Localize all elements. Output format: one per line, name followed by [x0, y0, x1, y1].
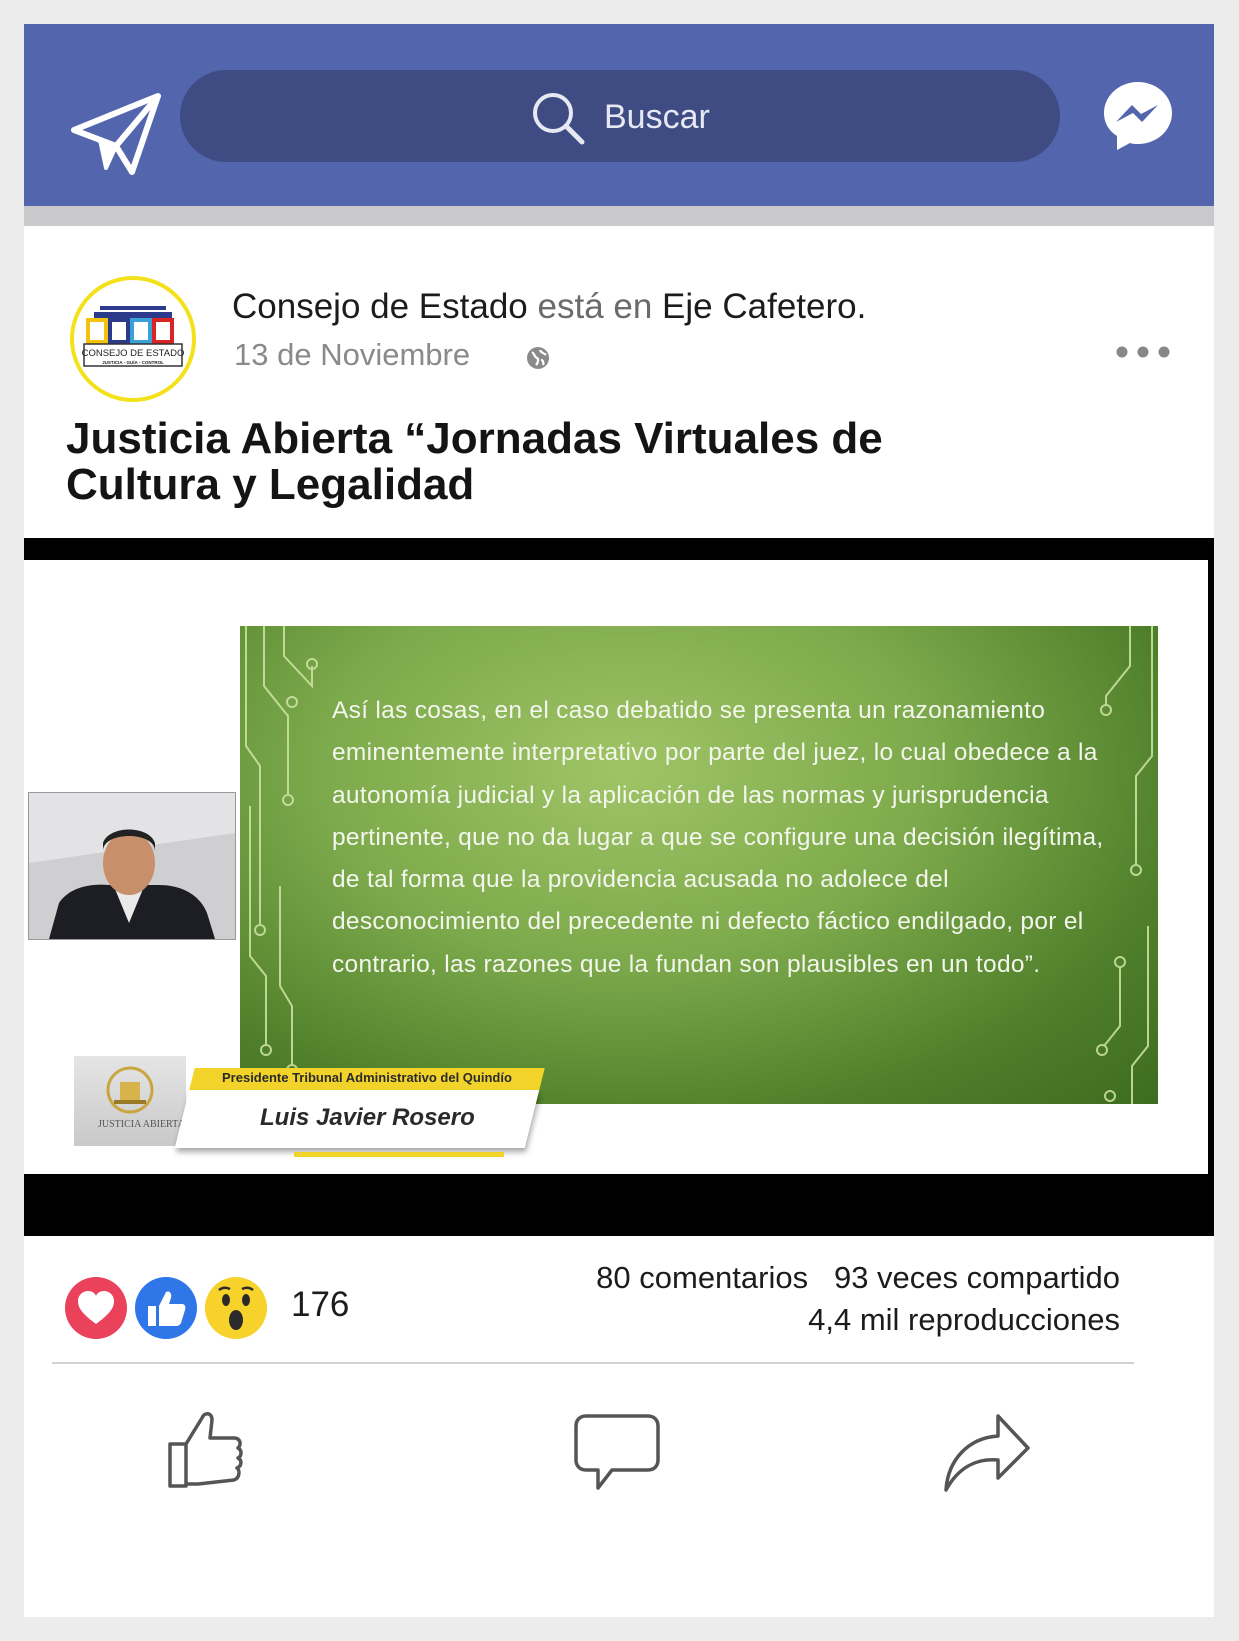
svg-text:CONSEJO DE ESTADO: CONSEJO DE ESTADO	[82, 348, 185, 359]
comment-action-icon[interactable]	[572, 1404, 662, 1494]
author-name[interactable]: Consejo de Estado	[232, 287, 528, 326]
speaker-video-feed	[29, 793, 235, 939]
love-icon	[65, 1277, 127, 1339]
video-player[interactable]: Así las cosas, en el caso debatido se pr…	[24, 538, 1214, 1236]
justicia-abierta-seal-icon	[106, 1066, 154, 1114]
reaction-count[interactable]: 176	[291, 1285, 349, 1325]
top-bar-shadow	[24, 206, 1214, 226]
top-bar: Buscar	[24, 24, 1214, 206]
more-options-icon[interactable]	[1116, 346, 1170, 358]
lower-third-nameplate: JUSTICIA ABIERTA Presidente Tribunal Adm…	[44, 1050, 584, 1160]
page-avatar[interactable]: CONSEJO DE ESTADO JUSTICIA - GUÍA - CONT…	[70, 276, 196, 402]
post-title: Justicia Abierta “Jornadas Virtuales de …	[66, 414, 883, 509]
location-name[interactable]: Eje Cafetero.	[662, 287, 866, 326]
search-placeholder: Buscar	[604, 98, 710, 136]
views-count: 4,4 mil reproducciones	[808, 1302, 1120, 1337]
globe-icon	[527, 347, 549, 369]
comments-shares: 80 comentarios 93 veces compartido	[596, 1260, 1120, 1296]
shares-count[interactable]: 93 veces compartido	[834, 1260, 1120, 1295]
svg-text:JUSTICIA - GUÍA - CONTROL: JUSTICIA - GUÍA - CONTROL	[102, 358, 164, 365]
divider	[52, 1362, 1134, 1364]
name-underline	[294, 1152, 504, 1157]
send-icon[interactable]	[66, 88, 166, 178]
speaker-webcam	[28, 792, 236, 940]
post-card: Buscar CONSEJO DE ESTADO JUSTICIA - GUÍA…	[24, 24, 1214, 1617]
like-icon	[135, 1277, 197, 1339]
consejo-logo-icon: CONSEJO DE ESTADO JUSTICIA - GUÍA - CONT…	[82, 306, 185, 367]
messenger-icon[interactable]	[1100, 78, 1176, 154]
slide-quote: Así las cosas, en el caso debatido se pr…	[332, 697, 1104, 978]
presentation-slide: Así las cosas, en el caso debatido se pr…	[240, 626, 1158, 1104]
share-action-icon[interactable]	[940, 1408, 1030, 1498]
comments-count[interactable]: 80 comentarios	[596, 1260, 808, 1295]
post-header: Consejo de Estado está en Eje Cafetero.	[232, 287, 866, 327]
wow-icon	[205, 1277, 267, 1339]
justicia-abierta-label: JUSTICIA ABIERTA	[98, 1119, 185, 1130]
video-frame: Así las cosas, en el caso debatido se pr…	[24, 560, 1208, 1174]
speaker-name: Luis Javier Rosero	[260, 1104, 475, 1131]
search-bar[interactable]: Buscar	[180, 70, 1060, 162]
justicia-abierta-logo	[74, 1056, 186, 1146]
post-date[interactable]: 13 de Noviembre	[234, 337, 470, 373]
checkin-connector: está en	[537, 287, 653, 326]
reaction-icons[interactable]	[64, 1276, 284, 1340]
speaker-role: Presidente Tribunal Administrativo del Q…	[222, 1070, 512, 1085]
like-action-icon[interactable]	[164, 1404, 254, 1494]
search-icon	[533, 93, 585, 145]
